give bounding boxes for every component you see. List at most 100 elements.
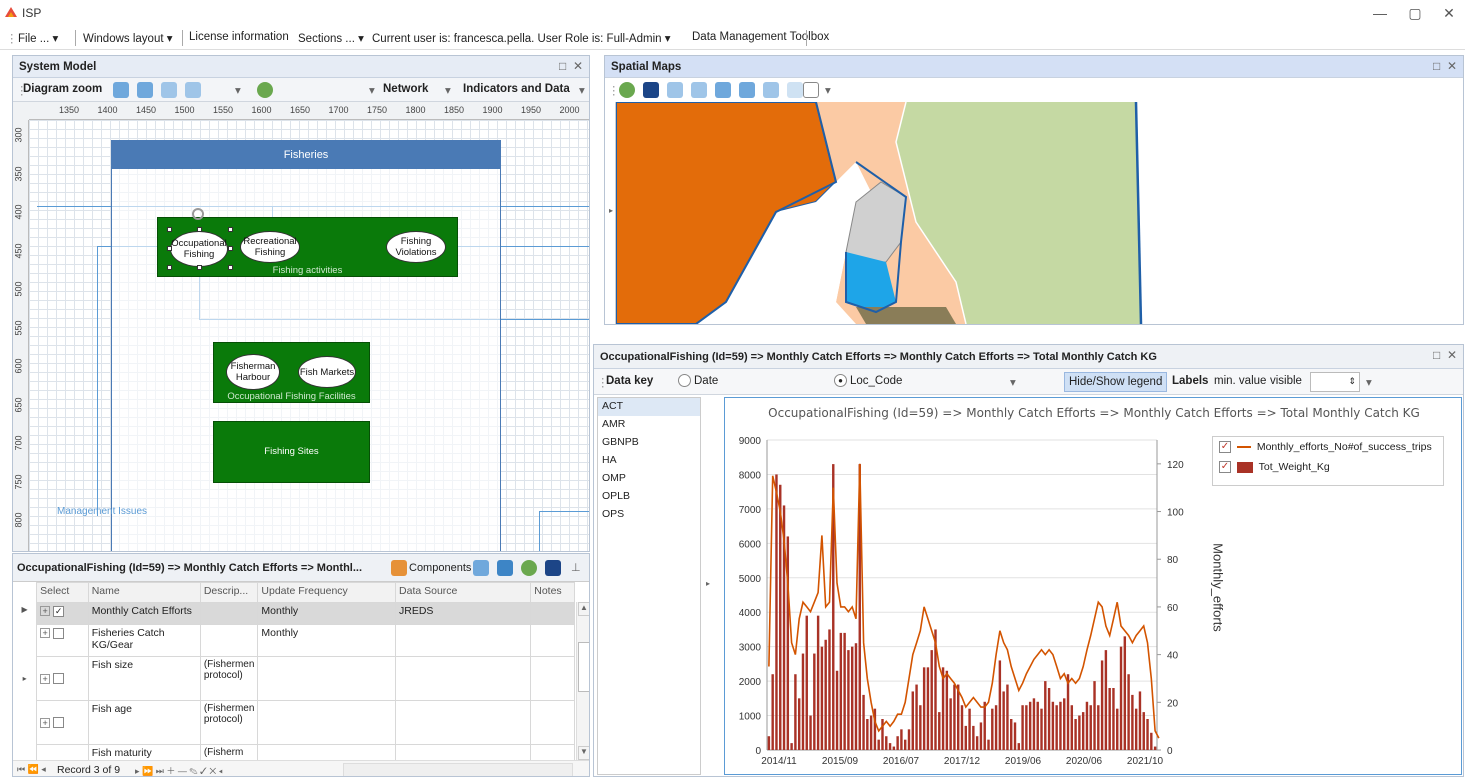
checkbox[interactable] — [53, 673, 65, 685]
menu-data-toolbox[interactable]: Data Management Toolbox — [692, 31, 829, 43]
cell-source[interactable] — [395, 744, 532, 760]
network-dropdown-arrow[interactable]: ▾ — [369, 83, 375, 97]
labels-button[interactable]: Labels — [1172, 375, 1208, 387]
expand-icon[interactable]: + — [40, 717, 51, 728]
node-fish-markets[interactable]: Fish Markets — [298, 356, 356, 388]
selection-handle[interactable] — [228, 246, 233, 251]
close-icon[interactable]: ✕ — [1432, 3, 1465, 23]
menu-license[interactable]: License information — [189, 31, 289, 43]
zoom-out-icon[interactable] — [137, 82, 153, 98]
selection-handle[interactable] — [228, 227, 233, 232]
table-row[interactable]: ▸ + Fish size (Fishermen protocol) — [13, 656, 575, 701]
cell-name[interactable]: Monthly Catch Efforts — [87, 602, 201, 625]
save-icon[interactable] — [545, 560, 561, 576]
selection-handle[interactable] — [167, 227, 172, 232]
minimize-icon[interactable]: — — [1363, 3, 1397, 23]
cell-name[interactable]: Fish maturity — [87, 744, 201, 760]
nav-next-last-icons[interactable]: ▸ ⏩ ⏭ ＋ — ✎ ✓ ✕ ◂ — [135, 764, 223, 776]
node-occupational-fishing[interactable]: Occupational Fishing — [170, 231, 228, 267]
zoom-in-icon[interactable] — [715, 82, 731, 98]
column-header-notes[interactable]: Notes — [530, 582, 575, 603]
layers-icon[interactable] — [787, 82, 803, 98]
cell-notes[interactable] — [530, 656, 575, 701]
loc-code-label[interactable]: Loc_Code — [850, 375, 902, 387]
float-icon[interactable]: □ — [1433, 59, 1440, 73]
checkbox[interactable] — [53, 717, 65, 729]
loc-code-dropdown[interactable]: ▾ — [1010, 375, 1016, 389]
list-item[interactable]: HA — [598, 452, 700, 470]
components-icon[interactable] — [391, 560, 407, 576]
list-item[interactable]: OPLB — [598, 488, 700, 506]
zoom-dropdown[interactable]: ▾ — [235, 83, 241, 97]
select-cell[interactable]: + — [36, 700, 89, 745]
table-row[interactable]: + Fisheries Catch KG/Gear Monthly — [13, 624, 575, 657]
map-side-expand-icon[interactable]: ▸ — [609, 206, 613, 215]
refresh-icon[interactable] — [257, 82, 273, 98]
chart-side-expand-icon[interactable]: ▸ — [706, 579, 710, 588]
cell-frequency[interactable] — [257, 656, 397, 701]
indicators-dropdown-arrow[interactable]: ▾ — [445, 83, 451, 97]
menu-sections[interactable]: Sections ... ▾ — [298, 31, 364, 45]
zoom-fit-icon[interactable] — [161, 82, 177, 98]
column-header-name[interactable]: Name — [87, 582, 201, 603]
diagram-canvas[interactable]: Fisheries Occupational Fishing Recreatio… — [29, 120, 589, 551]
column-header-description[interactable]: Descrip... — [199, 582, 259, 603]
close-panel-icon[interactable]: ✕ — [573, 59, 583, 73]
cell-description[interactable]: (Fisherm — [199, 744, 259, 760]
cell-frequency[interactable]: Monthly — [257, 602, 397, 625]
node-fisherman-harbour[interactable]: Fisherman Harbour — [226, 354, 280, 390]
date-radio[interactable] — [678, 374, 691, 387]
expand-icon[interactable]: + — [40, 673, 51, 684]
toolbar-overflow[interactable]: ▾ — [1366, 375, 1372, 389]
table-row[interactable]: + Fish age (Fishermen protocol) — [13, 700, 575, 745]
cell-description[interactable]: (Fishermen protocol) — [199, 700, 259, 745]
cell-description[interactable] — [199, 624, 259, 657]
menu-file[interactable]: File ... ▾ — [18, 31, 58, 45]
indicators-button[interactable]: Indicators and Data — [463, 83, 570, 95]
cell-description[interactable]: (Fishermen protocol) — [199, 656, 259, 701]
cell-description[interactable] — [199, 602, 259, 625]
hide-show-legend-button[interactable]: Hide/Show legend — [1064, 372, 1168, 392]
scroll-down-icon[interactable]: ▼ — [578, 746, 589, 760]
map-canvas[interactable] — [615, 102, 1463, 324]
date-label[interactable]: Date — [694, 375, 718, 387]
cell-source[interactable]: JREDS — [395, 602, 532, 625]
selection-handle[interactable] — [167, 246, 172, 251]
fishing-activities-box[interactable]: Occupational Fishing Recreational Fishin… — [157, 217, 458, 277]
cell-notes[interactable] — [530, 700, 575, 745]
cell-frequency[interactable]: Monthly — [257, 624, 397, 657]
arrow-up-icon[interactable] — [667, 82, 683, 98]
selection-handle[interactable] — [167, 265, 172, 270]
menu-user-role[interactable]: Current user is: francesca.pella. User R… — [372, 31, 671, 45]
arrow-down-icon[interactable] — [691, 82, 707, 98]
float-icon[interactable]: □ — [559, 59, 566, 73]
facilities-box[interactable]: Fisherman Harbour Fish Markets Occupatio… — [213, 342, 370, 403]
network-button[interactable]: Network — [383, 83, 428, 95]
management-issues-label[interactable]: Management Issues — [57, 506, 147, 517]
table-icon[interactable] — [497, 560, 513, 576]
select-cell[interactable]: + ✓ — [36, 602, 89, 625]
scroll-thumb[interactable] — [578, 642, 589, 692]
column-header-update-frequency[interactable]: Update Frequency — [257, 582, 397, 603]
list-item[interactable]: ACT — [598, 398, 700, 416]
checkbox[interactable]: ✓ — [53, 605, 65, 617]
zoom-out-icon[interactable] — [739, 82, 755, 98]
select-cell[interactable]: + — [36, 624, 89, 657]
nav-first-prev-icons[interactable]: ⏮ ⏪ ◂ — [17, 764, 46, 775]
column-header-select[interactable]: Select — [36, 582, 89, 603]
zoom-100-icon[interactable] — [185, 82, 201, 98]
scroll-up-icon[interactable]: ▲ — [578, 602, 589, 616]
cell-notes[interactable] — [530, 602, 575, 625]
horizontal-scrollbar[interactable] — [343, 763, 573, 776]
close-panel-icon[interactable]: ✕ — [1447, 59, 1457, 73]
column-header-data-source[interactable]: Data Source — [395, 582, 532, 603]
node-recreational-fishing[interactable]: Recreational Fishing — [240, 231, 300, 263]
selection-handle[interactable] — [197, 227, 202, 232]
cell-frequency[interactable] — [257, 700, 397, 745]
save-icon[interactable] — [643, 82, 659, 98]
legend-checkbox[interactable]: ✓ — [1219, 441, 1231, 454]
expand-icon[interactable]: + — [40, 628, 51, 639]
table-row[interactable]: ▶ + ✓ Monthly Catch Efforts Monthly JRED… — [13, 602, 575, 625]
chart-area[interactable]: OccupationalFishing (Id=59) => Monthly C… — [724, 397, 1462, 775]
refresh-icon[interactable] — [619, 82, 635, 98]
